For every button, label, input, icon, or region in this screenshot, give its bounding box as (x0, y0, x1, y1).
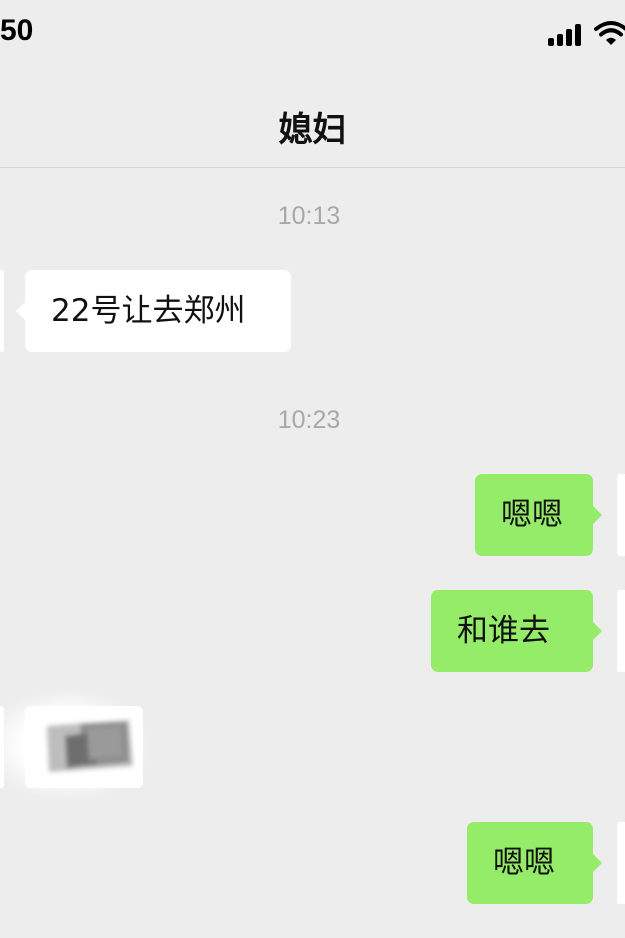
user-avatar[interactable] (617, 590, 625, 672)
cellular-signal-icon (548, 22, 586, 46)
contact-avatar[interactable] (0, 706, 4, 788)
contact-avatar[interactable] (0, 270, 4, 352)
incoming-message-bubble[interactable]: 22号让去郑州 (16, 270, 291, 352)
chat-header: 媳妇 (0, 70, 625, 168)
user-avatar[interactable] (617, 474, 625, 556)
contact-name-title: 媳妇 (278, 110, 347, 150)
outgoing-message-bubble[interactable]: 嗯嗯 (475, 474, 602, 556)
user-avatar[interactable] (617, 822, 625, 904)
wifi-icon (594, 21, 625, 45)
image-thumbnail (47, 720, 133, 772)
outgoing-message-bubble[interactable]: 嗯嗯 (467, 822, 602, 904)
message-timestamp: 10:13 (277, 202, 341, 230)
status-time: 50 (0, 14, 34, 47)
status-bar: 50 (0, 0, 625, 70)
outgoing-message-bubble[interactable]: 和谁去 (431, 590, 602, 672)
message-timestamp: 10:23 (277, 406, 341, 434)
incoming-image-message[interactable] (25, 706, 143, 788)
